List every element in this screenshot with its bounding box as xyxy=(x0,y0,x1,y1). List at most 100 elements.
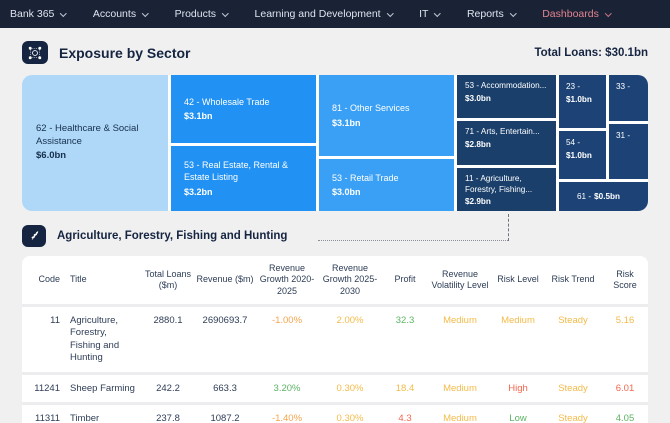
chevron-down-icon xyxy=(142,9,149,17)
column-header-risk-score: Risk Score xyxy=(602,256,648,307)
nav-item-label: IT xyxy=(419,8,429,20)
cell-code: 11311 xyxy=(34,413,60,423)
treemap-cell-value: $1.0bn xyxy=(566,150,592,160)
cell-risk-trend: Steady xyxy=(558,413,588,423)
treemap-cell-label: 53 - Accommodation... xyxy=(465,81,547,90)
sector-risk-table: Code Title Total Loans ($m) Revenue ($m)… xyxy=(22,256,648,423)
exposure-treemap-icon xyxy=(22,41,48,64)
treemap-cell-label: 53 - Retail Trade xyxy=(332,172,399,183)
treemap-cell-accommodation[interactable]: 53 - Accommodation... $3.0bn xyxy=(457,75,556,118)
treemap-cell-value: $3.0bn xyxy=(332,187,361,197)
column-header-title: Title xyxy=(68,256,142,307)
page-header: Exposure by Sector Total Loans: $30.1bn xyxy=(22,41,648,64)
cell-risk-score: 6.01 xyxy=(602,373,648,406)
treemap-cell-healthcare[interactable]: 62 - Healthcare & Social Assistance $6.0… xyxy=(22,75,168,211)
wheat-icon xyxy=(22,224,46,247)
cell-revenue-growth-2020-2025: -1.00% xyxy=(256,305,318,375)
cell-revenue-growth-2025-2030: 2.00% xyxy=(318,305,382,375)
column-header-revenue: Revenue ($m) xyxy=(194,256,256,307)
connector-line-vertical xyxy=(508,214,509,241)
cell-revenue-growth-2025-2030: 0.30% xyxy=(318,373,382,406)
treemap-cell-label: 31 - xyxy=(616,131,631,140)
cell-code: 11 xyxy=(22,305,68,375)
treemap-cell-value: $6.0bn xyxy=(36,150,67,162)
cell-revenue: 663.3 xyxy=(194,373,256,406)
chevron-down-icon xyxy=(434,9,441,17)
nav-item-it[interactable]: IT xyxy=(419,8,441,20)
cell-risk-score: 4.05 xyxy=(615,413,635,423)
nav-item-learning-and-development[interactable]: Learning and Development xyxy=(254,8,394,20)
chevron-down-icon xyxy=(386,9,394,17)
treemap-cell-label: 33 - xyxy=(616,82,631,91)
cell-risk-trend: Steady xyxy=(544,305,602,375)
column-header-risk-trend: Risk Trend xyxy=(544,256,602,307)
cell-revenue-volatility-level: Medium xyxy=(428,373,492,406)
treemap-cell-value: $3.1bn xyxy=(332,117,361,128)
sector-detail-title: Agriculture, Forestry, Fishing and Hunti… xyxy=(57,229,288,242)
cell-revenue-growth-2020-2025: 3.20% xyxy=(256,373,318,406)
nav-item-bank-365[interactable]: Bank 365 xyxy=(10,8,67,20)
treemap-cell-23[interactable]: 23 - $1.0bn xyxy=(559,75,606,128)
table-row-agriculture[interactable]: 11 Agriculture, Forestry, Fishing and Hu… xyxy=(22,305,648,375)
treemap-cell-value: $2.8bn xyxy=(465,139,491,149)
treemap-cell-33[interactable]: 33 - xyxy=(609,75,648,121)
nav-item-products[interactable]: Products xyxy=(175,8,229,20)
nav-item-label: Reports xyxy=(466,8,504,20)
column-header-revenue-growth-2020-2025: Revenue Growth 2020-2025 xyxy=(256,256,318,307)
cell-profit: 18.4 xyxy=(382,373,428,406)
treemap-cell-31[interactable]: 31 - xyxy=(609,124,648,179)
cell-risk-trend: Steady xyxy=(544,373,602,406)
cell-risk-level: Low xyxy=(509,413,527,423)
treemap-cell-61[interactable]: 61 - $0.5bn xyxy=(559,182,648,211)
nav-item-label: Dashboards xyxy=(542,8,599,20)
table-header-row: Code Title Total Loans ($m) Revenue ($m)… xyxy=(22,256,648,307)
treemap-cell-label: 53 - Real Estate, Rental & Estate Listin… xyxy=(184,160,289,183)
sector-detail-header: Agriculture, Forestry, Fishing and Hunti… xyxy=(22,224,648,247)
treemap-cell-value: $3.0bn xyxy=(465,93,491,103)
table-row-sheep-farming[interactable]: 11241 Sheep Farming 242.2 663.3 3.20% 0.… xyxy=(22,373,648,406)
chevron-down-icon xyxy=(509,9,517,17)
nav-item-label: Accounts xyxy=(92,8,137,20)
column-header-total-loans: Total Loans ($m) xyxy=(142,256,194,307)
cell-total-loans: 242.2 xyxy=(142,373,194,406)
cell-revenue-growth-2025-2030: 0.30% xyxy=(336,413,364,423)
treemap-cell-arts-entertainment[interactable]: 71 - Arts, Entertain... $2.8bn xyxy=(457,121,556,165)
page-title: Exposure by Sector xyxy=(59,44,191,61)
treemap-cell-label: 62 - Healthcare & Social Assistance xyxy=(36,122,139,147)
chevron-down-icon xyxy=(222,9,229,17)
treemap-cell-value: $3.2bn xyxy=(184,186,213,197)
column-header-revenue-growth-2025-2030: Revenue Growth 2025-2030 xyxy=(318,256,382,307)
cell-title: Timber xyxy=(70,413,100,423)
treemap-cell-value: $3.1bn xyxy=(184,111,213,121)
cell-revenue-growth-2020-2025: -1.40% xyxy=(271,413,303,423)
top-navbar: Bank 365 Accounts Products Learning and … xyxy=(0,0,670,28)
treemap-cell-label: 11 - Agriculture, Forestry, Fishing... xyxy=(465,174,533,194)
nav-item-label: Bank 365 xyxy=(10,8,55,20)
cell-revenue: 2690693.7 xyxy=(194,305,256,375)
treemap-cell-label: 81 - Other Services xyxy=(332,103,410,114)
treemap-cell-other-services[interactable]: 81 - Other Services $3.1bn xyxy=(319,75,454,156)
cell-total-loans: 2880.1 xyxy=(142,305,194,375)
nav-item-dashboards[interactable]: Dashboards xyxy=(542,8,612,20)
treemap-cell-value: $0.5bn xyxy=(594,192,621,201)
treemap-cell-54[interactable]: 54 - $1.0bn xyxy=(559,131,606,179)
chevron-down-icon xyxy=(604,9,612,17)
chevron-down-icon xyxy=(60,9,67,17)
column-header-risk-level: Risk Level xyxy=(492,256,544,307)
cell-profit: 32.3 xyxy=(382,305,428,375)
cell-title: Agriculture, Forestry, Fishing and Hunti… xyxy=(68,305,142,375)
treemap-cell-retail-trade[interactable]: 53 - Retail Trade $3.0bn xyxy=(319,159,454,211)
cell-risk-score: 5.16 xyxy=(602,305,648,375)
treemap-cell-real-estate[interactable]: 53 - Real Estate, Rental & Estate Listin… xyxy=(171,146,316,211)
treemap-cell-label: 54 - xyxy=(566,138,581,147)
treemap-cell-value: $2.9bn xyxy=(465,197,491,207)
nav-item-accounts[interactable]: Accounts xyxy=(92,8,149,20)
table-row-timber[interactable]: 11311 Timber 237.8 1087.2 -1.40% 0.30% 4… xyxy=(22,404,648,423)
treemap-cell-wholesale-trade[interactable]: 42 - Wholesale Trade $3.1bn xyxy=(171,75,316,143)
treemap-cell-agriculture[interactable]: 11 - Agriculture, Forestry, Fishing... $… xyxy=(457,168,556,211)
treemap-cell-label: 42 - Wholesale Trade xyxy=(184,96,270,107)
exposure-treemap-chart: 62 - Healthcare & Social Assistance $6.0… xyxy=(22,75,648,211)
nav-item-label: Learning and Development xyxy=(254,8,381,20)
nav-item-reports[interactable]: Reports xyxy=(466,8,517,20)
cell-total-loans: 237.8 xyxy=(156,413,180,423)
